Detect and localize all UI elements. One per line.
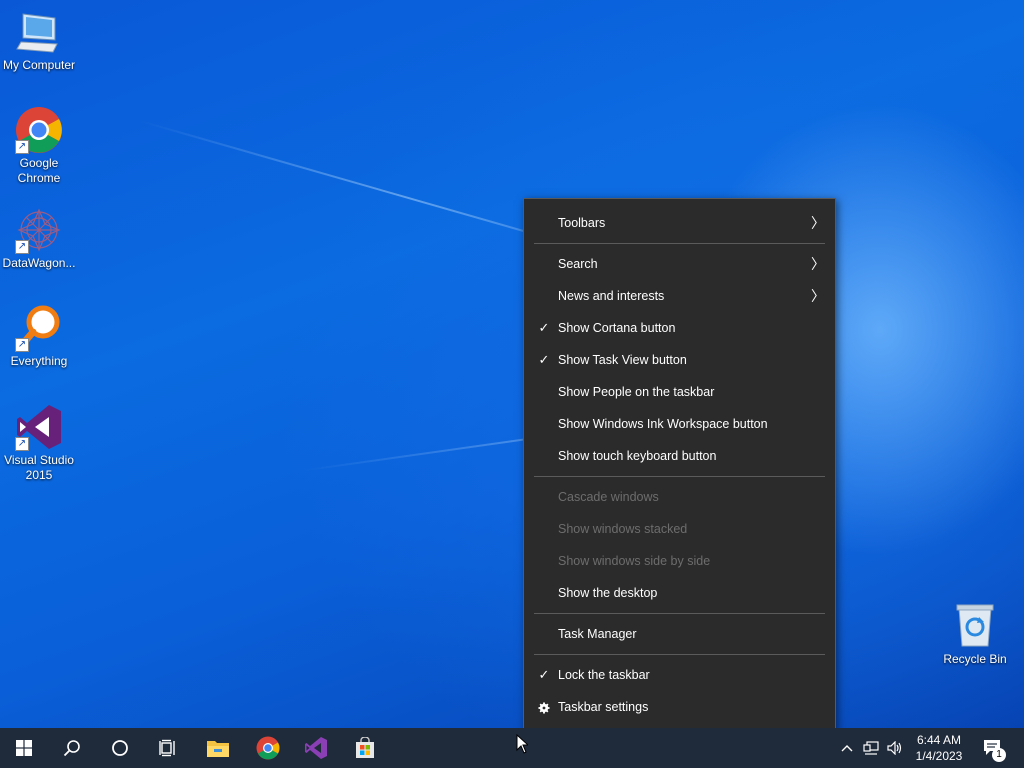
desktop-icon-label: Google Chrome bbox=[17, 156, 61, 185]
chrome-taskbar-button[interactable] bbox=[244, 728, 292, 768]
task-view-button[interactable] bbox=[144, 728, 192, 768]
menu-item-cascade-windows: Cascade windows bbox=[524, 481, 835, 513]
desktop-icon-label: Recycle Bin bbox=[943, 652, 1007, 666]
volume-icon bbox=[887, 741, 902, 755]
menu-item-taskbar-settings[interactable]: Taskbar settings bbox=[524, 691, 835, 723]
menu-item-label: Taskbar settings bbox=[558, 700, 649, 714]
menu-item-label: Show windows side by side bbox=[558, 554, 711, 568]
visual-studio-taskbar-button[interactable] bbox=[292, 728, 340, 768]
gear-icon bbox=[536, 691, 552, 723]
desktop-icon-datawagon[interactable]: ↗ DataWagon... bbox=[0, 206, 78, 271]
menu-item-label: News and interests bbox=[558, 289, 665, 303]
menu-item-toolbars[interactable]: Toolbars 〉 bbox=[524, 207, 835, 239]
menu-separator bbox=[534, 654, 825, 655]
menu-item-label: Show Task View button bbox=[558, 353, 687, 367]
menu-item-show-windows-side-by-side: Show windows side by side bbox=[524, 545, 835, 577]
menu-item-show-people[interactable]: Show People on the taskbar bbox=[524, 376, 835, 408]
menu-item-label: Show People on the taskbar bbox=[558, 385, 715, 399]
menu-item-label: Show windows stacked bbox=[558, 522, 688, 536]
checkmark-icon: ✓ bbox=[538, 352, 550, 367]
everything-search-icon: ↗ bbox=[15, 304, 63, 352]
file-explorer-icon bbox=[207, 741, 229, 757]
taskbar[interactable]: 6:44 AM 1/4/2023 1 bbox=[0, 728, 1024, 768]
start-button[interactable] bbox=[0, 728, 48, 768]
shortcut-arrow-icon: ↗ bbox=[15, 140, 29, 154]
desktop-icon-recycle-bin[interactable]: Recycle Bin bbox=[936, 602, 1014, 667]
network-button[interactable] bbox=[860, 728, 882, 768]
cortana-icon bbox=[112, 740, 128, 756]
desktop-icon-google-chrome[interactable]: ↗ Google Chrome bbox=[0, 106, 78, 186]
action-center-button[interactable]: 1 bbox=[978, 728, 1008, 768]
chrome-icon bbox=[256, 736, 280, 760]
mouse-cursor-icon bbox=[516, 734, 528, 754]
menu-item-lock-the-taskbar[interactable]: ✓ Lock the taskbar bbox=[524, 659, 835, 691]
menu-separator bbox=[534, 613, 825, 614]
submenu-arrow-icon: 〉 bbox=[811, 215, 825, 231]
datawagon-icon: ↗ bbox=[15, 206, 63, 254]
menu-item-show-touch-keyboard[interactable]: Show touch keyboard button bbox=[524, 440, 835, 472]
submenu-arrow-icon: 〉 bbox=[811, 288, 825, 304]
start-icon bbox=[16, 740, 32, 756]
chevron-up-icon bbox=[841, 745, 853, 752]
menu-item-label: Lock the taskbar bbox=[558, 668, 650, 682]
menu-item-label: Task Manager bbox=[558, 627, 637, 641]
menu-item-label: Toolbars bbox=[558, 216, 606, 230]
menu-item-label: Search bbox=[558, 257, 598, 271]
visual-studio-icon: ↗ bbox=[15, 403, 63, 451]
menu-item-label: Show the desktop bbox=[558, 586, 658, 600]
clock[interactable]: 6:44 AM 1/4/2023 bbox=[908, 732, 970, 764]
menu-item-show-cortana-button[interactable]: ✓ Show Cortana button bbox=[524, 312, 835, 344]
show-hidden-icons-button[interactable] bbox=[836, 728, 858, 768]
computer-icon bbox=[15, 8, 63, 56]
desktop-icon-label: Visual Studio 2015 bbox=[4, 453, 74, 482]
desktop-icon-label: DataWagon... bbox=[2, 256, 76, 270]
submenu-arrow-icon: 〉 bbox=[811, 256, 825, 272]
menu-item-search[interactable]: Search 〉 bbox=[524, 248, 835, 280]
network-icon bbox=[863, 741, 879, 755]
checkmark-icon: ✓ bbox=[538, 320, 550, 335]
clock-date: 1/4/2023 bbox=[915, 749, 963, 763]
menu-item-show-windows-ink[interactable]: Show Windows Ink Workspace button bbox=[524, 408, 835, 440]
desktop-icon-my-computer[interactable]: My Computer bbox=[0, 8, 78, 73]
menu-item-label: Show Windows Ink Workspace button bbox=[558, 417, 768, 431]
shortcut-arrow-icon: ↗ bbox=[15, 338, 29, 352]
task-view-icon bbox=[159, 739, 175, 757]
shortcut-arrow-icon: ↗ bbox=[15, 437, 29, 451]
desktop-icon-label: Everything bbox=[10, 354, 68, 368]
menu-item-label: Cascade windows bbox=[558, 490, 659, 504]
menu-item-show-the-desktop[interactable]: Show the desktop bbox=[524, 577, 835, 609]
menu-separator bbox=[534, 243, 825, 244]
menu-item-news-and-interests[interactable]: News and interests 〉 bbox=[524, 280, 835, 312]
checkmark-icon: ✓ bbox=[538, 667, 550, 682]
file-explorer-button[interactable] bbox=[194, 728, 242, 768]
volume-button[interactable] bbox=[884, 728, 906, 768]
menu-item-show-windows-stacked: Show windows stacked bbox=[524, 513, 835, 545]
store-icon bbox=[356, 737, 374, 758]
cortana-button[interactable] bbox=[96, 728, 144, 768]
desktop-icon-visual-studio[interactable]: ↗ Visual Studio 2015 bbox=[0, 403, 78, 483]
desktop-icon-label: My Computer bbox=[2, 58, 76, 72]
menu-item-show-task-view-button[interactable]: ✓ Show Task View button bbox=[524, 344, 835, 376]
notification-badge: 1 bbox=[992, 748, 1006, 762]
search-button[interactable] bbox=[48, 728, 96, 768]
store-button[interactable] bbox=[341, 728, 389, 768]
menu-item-task-manager[interactable]: Task Manager bbox=[524, 618, 835, 650]
menu-item-label: Show touch keyboard button bbox=[558, 449, 717, 463]
visual-studio-icon bbox=[305, 737, 327, 759]
clock-time: 6:44 AM bbox=[916, 733, 962, 747]
taskbar-context-menu: Toolbars 〉 Search 〉 News and interests 〉… bbox=[523, 198, 836, 732]
desktop-icon-everything[interactable]: ↗ Everything bbox=[0, 304, 78, 369]
menu-item-label: Show Cortana button bbox=[558, 321, 676, 335]
chrome-icon: ↗ bbox=[15, 106, 63, 154]
menu-separator bbox=[534, 476, 825, 477]
recycle-bin-icon bbox=[951, 602, 999, 650]
search-icon bbox=[63, 740, 80, 757]
shortcut-arrow-icon: ↗ bbox=[15, 240, 29, 254]
